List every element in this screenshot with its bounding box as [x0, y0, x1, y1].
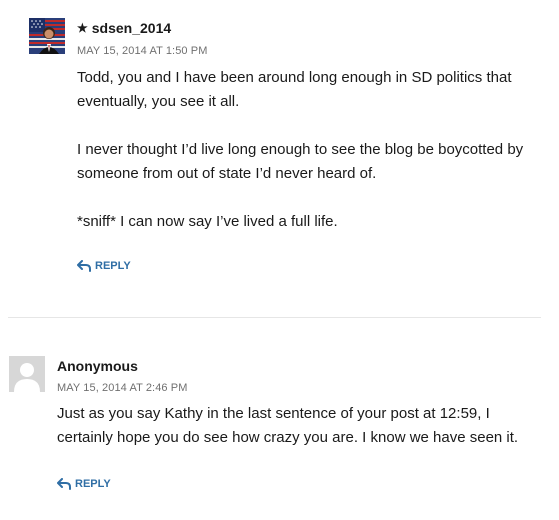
comment-divider [8, 317, 541, 318]
comment-paragraph: Just as you say Kathy in the last senten… [57, 405, 519, 446]
reply-button[interactable]: REPLY [57, 478, 111, 490]
comment-author: Anonymous [57, 358, 138, 374]
reply-label[interactable]: REPLY [75, 478, 111, 490]
comment-date[interactable]: MAY 15, 2014 AT 2:46 PM [57, 382, 188, 394]
avatar[interactable] [9, 356, 45, 392]
reply-label[interactable]: REPLY [95, 260, 131, 272]
reply-button[interactable]: REPLY [77, 260, 131, 272]
avatar[interactable] [29, 18, 65, 54]
star-icon: ★ [77, 21, 88, 35]
reply-arrow-icon [77, 260, 91, 272]
reply-arrow-icon [57, 478, 71, 490]
comment-paragraph: Todd, you and I have been around long en… [77, 69, 512, 110]
comment-paragraph: *sniff* I can now say I’ve lived a full … [77, 213, 338, 230]
author-name[interactable]: sdsen_2014 [92, 20, 171, 36]
comment-date[interactable]: MAY 15, 2014 AT 1:50 PM [77, 45, 208, 57]
flag-avatar-icon [29, 18, 65, 54]
comment-paragraph: I never thought I’d live long enough to … [77, 141, 524, 182]
comment-body: Todd, you and I have been around long en… [77, 66, 547, 258]
default-avatar-icon [9, 356, 45, 392]
comment-body: Just as you say Kathy in the last senten… [57, 402, 537, 474]
comment-author[interactable]: ★ sdsen_2014 [77, 20, 171, 36]
